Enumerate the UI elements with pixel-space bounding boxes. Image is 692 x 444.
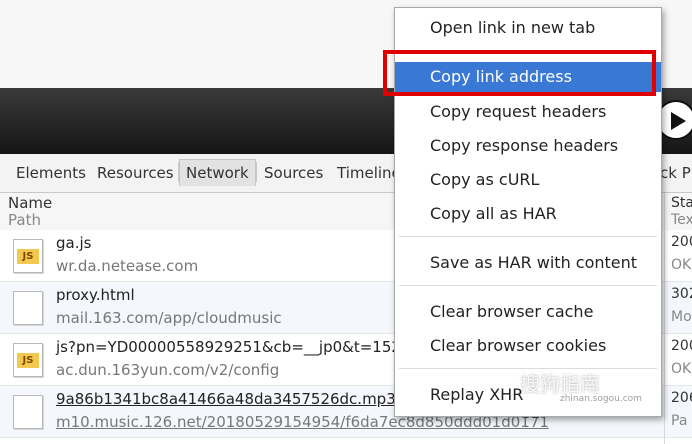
request-name: proxy.html xyxy=(56,286,135,304)
js-file-icon: JS xyxy=(13,343,43,377)
document-file-icon xyxy=(13,395,43,429)
request-name[interactable]: 9a86b1341bc8a41466a48da3457526dc.mp3 xyxy=(56,390,396,408)
menu-item-copy-request-headers[interactable]: Copy request headers xyxy=(395,97,661,127)
watermark-url: zhinan.sogou.com xyxy=(560,394,642,404)
status-column-header[interactable]: Sta Tex xyxy=(671,195,692,229)
request-path: mail.163.com/app/cloudmusic xyxy=(56,309,282,327)
status-text: Pa xyxy=(671,413,688,429)
menu-item-save-as-har[interactable]: Save as HAR with content xyxy=(395,248,661,278)
request-name: ga.js xyxy=(56,234,92,252)
highlight-annotation-box xyxy=(383,50,656,96)
status-text-label: Tex xyxy=(671,212,692,228)
name-column-header[interactable]: Name Path xyxy=(8,195,52,229)
status-text: OK xyxy=(671,361,692,377)
js-file-icon: JS xyxy=(13,239,43,273)
status-code: 200 xyxy=(671,338,692,354)
path-column-label: Path xyxy=(8,211,41,229)
status-code: 206 xyxy=(671,390,692,406)
document-file-icon xyxy=(13,291,43,325)
request-path: ac.dun.163yun.com/v2/config xyxy=(56,361,280,379)
status-text: Mo xyxy=(671,309,692,325)
request-name: js?pn=YD00000558929251&cb=__jp0&t=152757 xyxy=(56,338,430,356)
tab-resources[interactable]: Resources xyxy=(91,160,180,186)
menu-item-clear-browser-cache[interactable]: Clear browser cache xyxy=(395,297,661,327)
menu-separator xyxy=(399,285,657,286)
menu-item-copy-response-headers[interactable]: Copy response headers xyxy=(395,131,661,161)
menu-item-copy-as-curl[interactable]: Copy as cURL xyxy=(395,165,661,195)
menu-item-open-link-new-tab[interactable]: Open link in new tab xyxy=(395,13,661,43)
tab-separator xyxy=(256,162,257,182)
name-column-label: Name xyxy=(8,194,53,212)
status-text: OK xyxy=(671,257,692,273)
menu-item-copy-all-as-har[interactable]: Copy all as HAR xyxy=(395,199,661,229)
tab-network[interactable]: Network xyxy=(179,159,256,186)
request-path: wr.da.netease.com xyxy=(56,257,199,275)
play-icon xyxy=(671,112,686,130)
menu-item-clear-browser-cookies[interactable]: Clear browser cookies xyxy=(395,331,661,361)
status-code: 302 xyxy=(671,286,692,302)
status-code: 200 xyxy=(671,234,692,250)
menu-separator xyxy=(399,236,657,237)
tab-sources[interactable]: Sources xyxy=(258,160,329,186)
watermark: 搜狗指南 xyxy=(520,372,600,396)
status-column-label: Sta xyxy=(671,195,692,211)
tab-elements[interactable]: Elements xyxy=(10,160,92,186)
column-divider xyxy=(664,193,665,444)
